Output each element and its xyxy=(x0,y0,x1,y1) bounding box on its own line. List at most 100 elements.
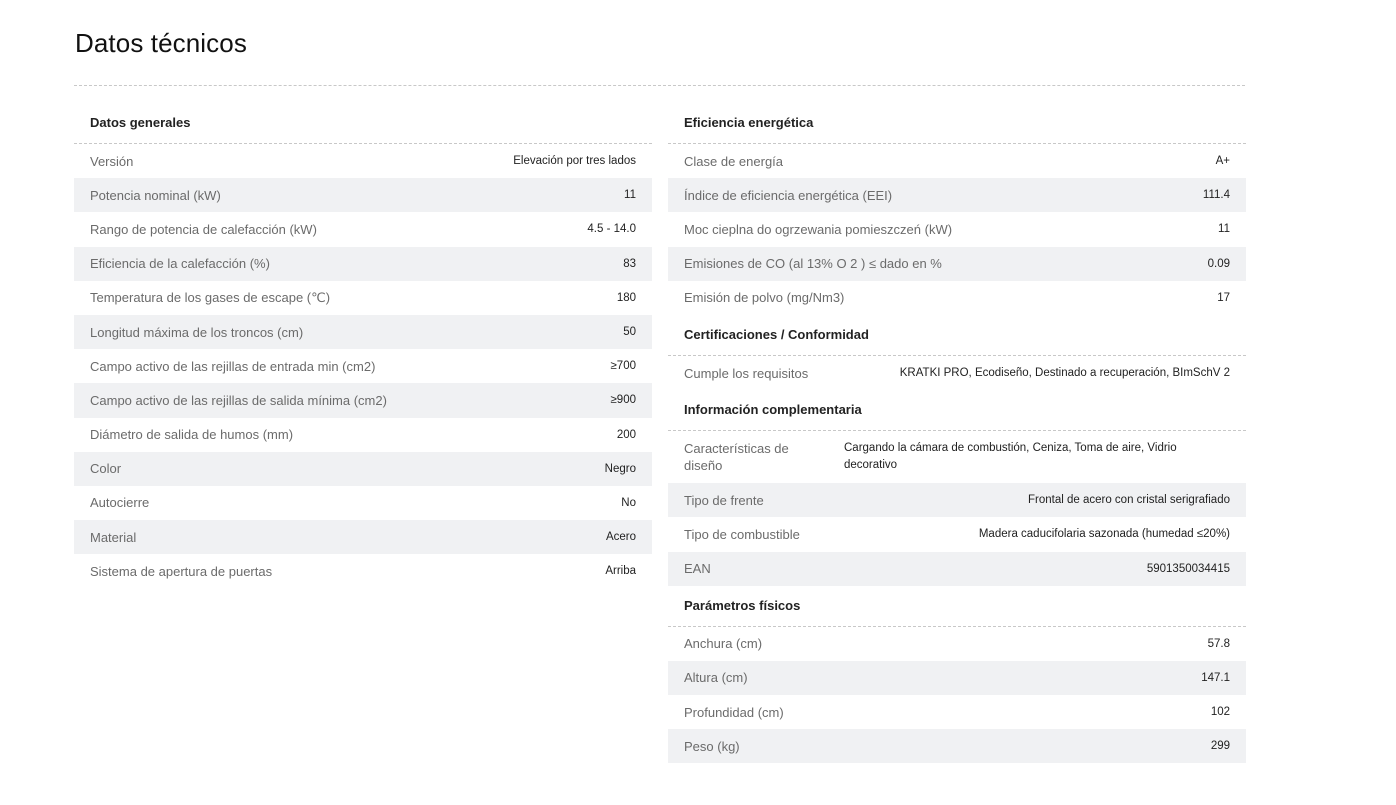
spec-value: 83 xyxy=(623,257,636,270)
spec-row: Características de diseño Cargando la cá… xyxy=(668,431,1246,483)
spec-value: Elevación por tres lados xyxy=(513,155,636,168)
spec-row: Campo activo de las rejillas de entrada … xyxy=(74,349,652,383)
spec-row: Campo activo de las rejillas de salida m… xyxy=(74,383,652,418)
section-informacion-complementaria: Información complementaria Característic… xyxy=(668,390,1246,586)
spec-label: Sistema de apertura de puertas xyxy=(90,563,273,579)
section-title: Datos generales xyxy=(74,103,652,144)
spec-label: Cumple los requisitos xyxy=(684,365,809,381)
spec-label: Longitud máxima de los troncos (cm) xyxy=(90,324,304,340)
spec-value: 57.8 xyxy=(1207,637,1230,650)
spec-value: 11 xyxy=(1218,223,1230,236)
spec-row: Color Negro xyxy=(74,451,652,486)
spec-value: Negro xyxy=(604,462,636,475)
spec-label: Color xyxy=(90,461,122,477)
spec-value: Cargando la cámara de combustión, Ceniza… xyxy=(844,442,1177,472)
spec-row: Emisiones de CO (al 13% O 2 ) ≤ dado en … xyxy=(668,246,1246,281)
spec-value: 4.5 - 14.0 xyxy=(587,223,636,236)
section-parametros-fisicos: Parámetros físicos Anchura (cm) 57.8 Alt… xyxy=(668,586,1246,764)
spec-value: 0.09 xyxy=(1207,257,1230,270)
spec-value: 180 xyxy=(616,291,636,304)
spec-row: Cumple los requisitos KRATKI PRO, Ecodis… xyxy=(668,356,1246,390)
spec-label: Versión xyxy=(90,153,134,169)
spec-value: 5901350034415 xyxy=(1146,562,1230,575)
spec-label: Potencia nominal (kW) xyxy=(90,187,221,203)
spec-label: Tipo de frente xyxy=(684,492,764,508)
section-certificaciones: Certificaciones / Conformidad Cumple los… xyxy=(668,315,1246,390)
spec-value: A+ xyxy=(1215,155,1230,168)
spec-row: Emisión de polvo (mg/Nm3) 17 xyxy=(668,281,1246,315)
spec-row: Material Acero xyxy=(74,520,652,555)
spec-value: 147.1 xyxy=(1201,671,1230,684)
section-title: Certificaciones / Conformidad xyxy=(668,315,1246,356)
spec-label: Clase de energía xyxy=(684,153,784,169)
spec-row: Temperatura de los gases de escape (℃) 1… xyxy=(74,281,652,315)
spec-value: KRATKI PRO, Ecodiseño, Destinado a recup… xyxy=(899,367,1230,380)
spec-label: Anchura (cm) xyxy=(684,636,763,652)
spec-value: 102 xyxy=(1210,706,1230,719)
spec-row: Rango de potencia de calefacción (kW) 4.… xyxy=(74,212,652,246)
page-title: Datos técnicos xyxy=(75,28,247,58)
spec-value: 17 xyxy=(1217,291,1230,304)
spec-value: ≥700 xyxy=(610,360,637,373)
spec-value: Acero xyxy=(605,531,636,544)
section-title: Eficiencia energética xyxy=(668,103,1246,144)
spec-row: Tipo de frente Frontal de acero con cris… xyxy=(668,483,1246,518)
section-title: Información complementaria xyxy=(668,390,1246,432)
spec-label: Eficiencia de la calefacción (%) xyxy=(90,256,270,272)
spec-label: Tipo de combustible xyxy=(684,526,800,542)
spec-row: Potencia nominal (kW) 11 xyxy=(74,178,652,213)
spec-label: Índice de eficiencia energética (EEI) xyxy=(684,187,893,203)
spec-label: Peso (kg) xyxy=(684,738,740,754)
spec-value: 111.4 xyxy=(1202,189,1230,202)
spec-row: Moc cieplna do ogrzewania pomieszczeń (k… xyxy=(668,212,1246,246)
spec-value: 200 xyxy=(616,428,636,441)
title-divider xyxy=(74,85,1245,86)
spec-label: Campo activo de las rejillas de entrada … xyxy=(90,358,376,374)
section-title: Parámetros físicos xyxy=(668,586,1246,627)
spec-label: Campo activo de las rejillas de salida m… xyxy=(90,392,387,408)
spec-label: Características de diseño xyxy=(684,441,789,474)
spec-value: Arriba xyxy=(605,565,636,578)
spec-value: No xyxy=(621,496,636,509)
spec-label: Temperatura de los gases de escape (℃) xyxy=(90,289,331,305)
spec-list: Anchura (cm) 57.8 Altura (cm) 147.1 Prof… xyxy=(668,627,1246,764)
spec-value: 50 xyxy=(623,326,636,339)
spec-label: Diámetro de salida de humos (mm) xyxy=(90,427,294,443)
spec-label: Emisión de polvo (mg/Nm3) xyxy=(684,290,845,306)
spec-label: Emisiones de CO (al 13% O 2 ) ≤ dado en … xyxy=(684,256,942,272)
spec-row: Clase de energía A+ xyxy=(668,144,1246,178)
spec-label: Material xyxy=(90,529,137,545)
spec-value: 299 xyxy=(1210,740,1230,753)
spec-label: Rango de potencia de calefacción (kW) xyxy=(90,221,317,237)
spec-row: Longitud máxima de los troncos (cm) 50 xyxy=(74,314,652,350)
spec-row: Diámetro de salida de humos (mm) 200 xyxy=(74,418,652,452)
spec-row: Altura (cm) 147.1 xyxy=(668,660,1246,696)
spec-label: Moc cieplna do ogrzewania pomieszczeń (k… xyxy=(684,221,953,237)
spec-value: ≥900 xyxy=(610,394,637,407)
spec-value: Madera caducifolaria sazonada (humedad ≤… xyxy=(978,528,1230,541)
spec-label: Altura (cm) xyxy=(684,670,748,686)
spec-row: Sistema de apertura de puertas Arriba xyxy=(74,554,652,588)
spec-value: 11 xyxy=(624,189,636,202)
spec-list: Versión Elevación por tres lados Potenci… xyxy=(74,144,652,588)
spec-row: Anchura (cm) 57.8 xyxy=(668,627,1246,661)
spec-label: Autocierre xyxy=(90,495,150,511)
spec-value: Frontal de acero con cristal serigrafiad… xyxy=(1028,494,1230,507)
spec-row: Tipo de combustible Madera caducifolaria… xyxy=(668,517,1246,551)
spec-row: Índice de eficiencia energética (EEI) 11… xyxy=(668,178,1246,213)
spec-label: Profundidad (cm) xyxy=(684,704,784,720)
spec-row: Eficiencia de la calefacción (%) 83 xyxy=(74,246,652,281)
section-eficiencia-energetica: Eficiencia energética Clase de energía A… xyxy=(668,103,1246,315)
section-datos-generales: Datos generales Versión Elevación por tr… xyxy=(74,103,652,588)
spec-list: Clase de energía A+ Índice de eficiencia… xyxy=(668,144,1246,315)
spec-row: EAN 5901350034415 xyxy=(668,551,1246,586)
right-column: Eficiencia energética Clase de energía A… xyxy=(668,103,1246,764)
spec-row: Profundidad (cm) 102 xyxy=(668,695,1246,729)
left-column: Datos generales Versión Elevación por tr… xyxy=(74,103,652,588)
spec-row: Autocierre No xyxy=(74,486,652,520)
spec-row: Peso (kg) 299 xyxy=(668,729,1246,764)
spec-label: EAN xyxy=(684,561,711,577)
spec-list: Características de diseño Cargando la cá… xyxy=(668,431,1246,586)
spec-list: Cumple los requisitos KRATKI PRO, Ecodis… xyxy=(668,356,1246,390)
spec-row: Versión Elevación por tres lados xyxy=(74,144,652,178)
